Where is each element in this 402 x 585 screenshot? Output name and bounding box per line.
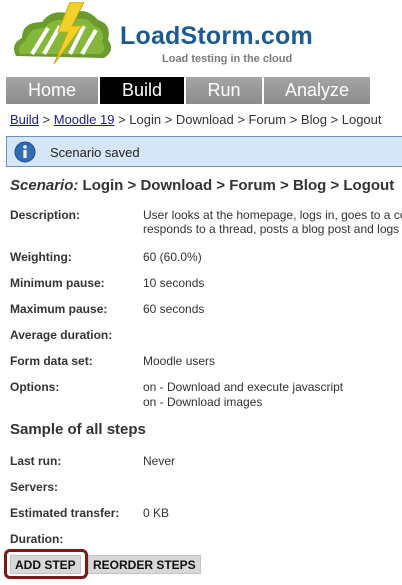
status-notice: Scenario saved xyxy=(6,136,402,167)
duration-label: Duration: xyxy=(10,532,64,546)
brand-name: LoadStorm.com xyxy=(120,22,313,50)
form-data-label: Form data set: xyxy=(10,354,93,368)
description-label: Description: xyxy=(10,208,81,222)
scenario-name: Login > Download > Forum > Blog > Logout xyxy=(82,177,395,194)
loadstorm-logo-icon xyxy=(8,1,118,73)
tab-home[interactable]: Home xyxy=(6,77,99,104)
scenario-label: Scenario: xyxy=(10,177,79,194)
last-run-value: Never xyxy=(143,454,176,468)
tab-run[interactable]: Run xyxy=(186,77,263,104)
estimated-transfer-value: 0 KB xyxy=(143,506,170,520)
option-images: on - Download images xyxy=(143,395,263,409)
tab-build[interactable]: Build xyxy=(100,77,185,104)
breadcrumb-separator: > xyxy=(38,112,54,127)
min-pause-value: 10 seconds xyxy=(143,276,205,290)
form-data-value: Moodle users xyxy=(143,354,216,368)
main-nav: Home Build Run Analyze xyxy=(6,77,402,104)
tab-analyze[interactable]: Analyze xyxy=(264,77,371,104)
breadcrumb-current: > Login > Download > Forum > Blog > Logo… xyxy=(114,112,382,127)
min-pause-label: Minimum pause: xyxy=(10,276,105,290)
page-title: Scenario: Login > Download > Forum > Blo… xyxy=(10,177,394,194)
weighting-value: 60 (60.0%) xyxy=(143,250,202,264)
add-step-button[interactable]: ADD STEP xyxy=(10,555,81,574)
servers-label: Servers: xyxy=(10,480,59,494)
section-title-sample: Sample of all steps xyxy=(10,421,146,438)
description-line-2: responds to a thread, posts a blog post … xyxy=(143,222,402,236)
reorder-steps-button[interactable]: REORDER STEPS xyxy=(88,555,201,574)
option-javascript: on - Download and execute javascript xyxy=(143,380,344,394)
info-icon xyxy=(14,141,36,168)
options-label: Options: xyxy=(10,380,60,394)
last-run-label: Last run: xyxy=(10,454,62,468)
max-pause-value: 60 seconds xyxy=(143,302,205,316)
header: LoadStorm.com Load testing in the cloud xyxy=(0,0,402,72)
notice-text: Scenario saved xyxy=(50,145,140,160)
breadcrumb-link-project[interactable]: Moodle 19 xyxy=(54,112,115,127)
breadcrumb-link-build[interactable]: Build xyxy=(10,112,39,127)
brand-tagline: Load testing in the cloud xyxy=(162,53,293,65)
avg-duration-label: Average duration: xyxy=(10,328,113,342)
estimated-transfer-label: Estimated transfer: xyxy=(10,506,120,520)
max-pause-label: Maximum pause: xyxy=(10,302,108,316)
weighting-label: Weighting: xyxy=(10,250,72,264)
breadcrumb: Build > Moodle 19 > Login > Download > F… xyxy=(10,112,382,127)
